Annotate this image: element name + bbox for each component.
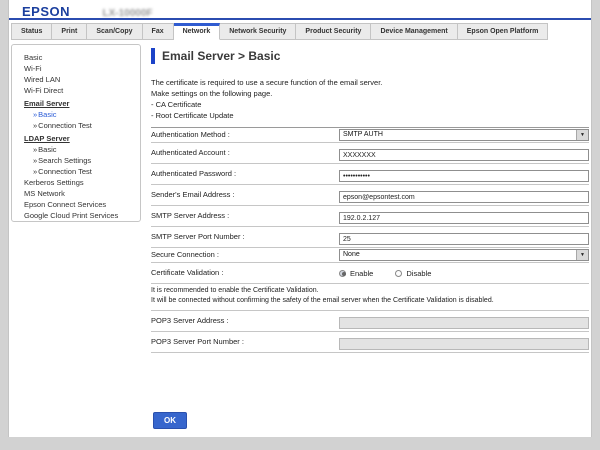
certificate-validation-label: Certificate Validation : [151,268,339,277]
authentication-method-value: SMTP AUTH▼ [339,129,589,141]
authentication-method-label: Authentication Method : [151,130,339,139]
tab-product-security[interactable]: Product Security [296,23,371,40]
sidebar-item-wi-fi[interactable]: Wi-Fi [24,63,136,74]
tab-device-management[interactable]: Device Management [371,23,457,40]
certificate-validation-note: It is recommended to enable the Certific… [151,284,589,311]
dropdown-arrow-icon[interactable]: ▼ [576,130,588,140]
sidebar-item-google-cloud-print-services[interactable]: Google Cloud Print Services [24,210,136,221]
certificate-validation-option-label: Enable [350,269,373,278]
pop3-server-address-row: POP3 Server Address : [151,311,589,332]
sidebar-nav: BasicWi-FiWired LANWi-Fi DirectEmail Ser… [11,44,141,222]
authenticated-password-input[interactable] [339,170,589,182]
senders-email-address-label: Sender's Email Address : [151,190,339,199]
sidebar-item-ms-network[interactable]: MS Network [24,188,136,199]
tab-network[interactable]: Network [174,23,221,40]
pop3-server-port-number-input [339,338,589,350]
header: EPSON LX-10000F [9,0,591,20]
senders-email-address-row: Sender's Email Address : [151,185,589,206]
tab-network-security[interactable]: Network Security [220,23,296,40]
sidebar-item-email-server[interactable]: Email Server [24,98,136,109]
pop3-server-address-input [339,317,589,329]
secure-connection-selected-value: None [340,251,576,258]
authentication-method-row: Authentication Method :SMTP AUTH▼ [151,128,589,143]
sidebar-item-basic[interactable]: Basic [24,52,136,63]
pop3-server-address-label: POP3 Server Address : [151,316,339,325]
certificate-validation-row: Certificate Validation : Enable Disable [151,263,589,284]
tab-epson-open-platform[interactable]: Epson Open Platform [458,23,549,40]
sidebar-item-connection-test[interactable]: Connection Test [24,166,136,177]
secure-connection-row: Secure Connection :None▼ [151,248,589,263]
smtp-server-port-number-row: SMTP Server Port Number : [151,227,589,248]
sidebar-item-search-settings[interactable]: Search Settings [24,155,136,166]
tab-print[interactable]: Print [52,23,87,40]
sidebar-item-wi-fi-direct[interactable]: Wi-Fi Direct [24,85,136,96]
smtp-server-address-label: SMTP Server Address : [151,211,339,220]
tab-status[interactable]: Status [11,23,52,40]
authenticated-password-row: Authenticated Password : [151,164,589,185]
sidebar-item-epson-connect-services[interactable]: Epson Connect Services [24,199,136,210]
authenticated-password-label: Authenticated Password : [151,169,339,178]
sidebar-item-basic[interactable]: Basic [24,144,136,155]
pop3-server-port-number-row: POP3 Server Port Number : [151,332,589,353]
radio-icon[interactable] [395,270,402,277]
authenticated-account-input[interactable] [339,149,589,161]
page-title-box: Email Server > Basic [151,48,589,64]
ok-button[interactable]: OK [153,412,187,429]
title-accent-bar [151,48,155,64]
smtp-server-address-input[interactable] [339,212,589,224]
description-line: - CA Certificate [151,100,589,111]
authenticated-account-value [339,144,589,162]
sidebar-item-wired-lan[interactable]: Wired LAN [24,74,136,85]
authentication-method-select[interactable]: SMTP AUTH▼ [339,129,589,141]
smtp-server-address-row: SMTP Server Address : [151,206,589,227]
pop3-server-port-number-label: POP3 Server Port Number : [151,337,339,346]
senders-email-address-value [339,186,589,204]
certificate-validation-value: Enable Disable [339,264,589,282]
description-line: Make settings on the following page. [151,89,589,100]
pop3-server-port-number-value [339,333,589,351]
email-server-form: Authentication Method :SMTP AUTH▼Authent… [151,127,589,353]
sidebar-item-kerberos-settings[interactable]: Kerberos Settings [24,177,136,188]
main-content: Email Server > Basic The certificate is … [151,48,589,353]
dropdown-arrow-icon[interactable]: ▼ [576,250,588,260]
sidebar-item-connection-test[interactable]: Connection Test [24,120,136,131]
pop3-server-address-value [339,312,589,330]
description-line: - Root Certificate Update [151,111,589,122]
tab-scan-copy[interactable]: Scan/Copy [87,23,142,40]
sidebar-item-ldap-server[interactable]: LDAP Server [24,133,136,144]
tab-bar: StatusPrintScan/CopyFaxNetworkNetwork Se… [9,23,591,40]
printer-model-name: LX-10000F [102,8,152,19]
sidebar-item-basic[interactable]: Basic [24,109,136,120]
admin-page: EPSON LX-10000F StatusPrintScan/CopyFaxN… [8,0,592,437]
radio-icon[interactable] [339,270,346,277]
certificate-validation-radio-enable[interactable]: Enable [339,269,373,278]
page-description: The certificate is required to use a sec… [151,78,589,122]
certificate-validation-option-label: Disable [406,269,431,278]
secure-connection-label: Secure Connection : [151,250,339,259]
secure-connection-value: None▼ [339,249,589,261]
authentication-method-selected-value: SMTP AUTH [340,131,576,138]
description-line: The certificate is required to use a sec… [151,78,589,89]
smtp-server-port-number-value [339,228,589,246]
smtp-server-port-number-input[interactable] [339,233,589,245]
authenticated-account-row: Authenticated Account : [151,143,589,164]
smtp-server-address-value [339,207,589,225]
epson-logo: EPSON [22,4,70,19]
certificate-validation-radio-disable[interactable]: Disable [395,269,431,278]
authenticated-password-value [339,165,589,183]
authenticated-account-label: Authenticated Account : [151,148,339,157]
senders-email-address-input[interactable] [339,191,589,203]
smtp-server-port-number-label: SMTP Server Port Number : [151,232,339,241]
tab-fax[interactable]: Fax [143,23,174,40]
page-title: Email Server > Basic [162,49,280,63]
secure-connection-select[interactable]: None▼ [339,249,589,261]
